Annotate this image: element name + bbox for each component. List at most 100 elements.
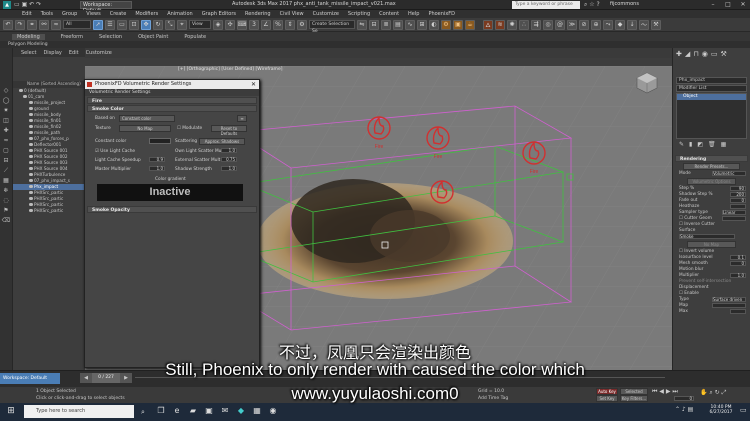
link-icon[interactable]: ⚭ <box>27 19 37 30</box>
filter-geometry-icon[interactable]: ◇ <box>0 86 12 96</box>
hierarchy-tab-icon[interactable]: ⊓ <box>693 50 698 58</box>
own-light-value[interactable]: 1.0 <box>221 148 237 153</box>
taskbar-search-input[interactable]: Type here to search <box>24 405 134 418</box>
system-tray-icons[interactable]: ⌃ ♪ ▤ <box>675 406 693 413</box>
menu-item[interactable]: Civil View <box>280 11 304 17</box>
schematic-view-icon[interactable]: ⊞ <box>417 19 427 30</box>
menu-item[interactable]: Animation <box>167 11 193 17</box>
taskbar-clock[interactable]: 10:40 PM 6/27/2017 <box>706 405 736 415</box>
toggle-ribbon-icon[interactable]: ▤ <box>393 19 403 30</box>
phoenix-liquid-icon[interactable]: ≋ <box>495 19 505 30</box>
scene-explorer-tab[interactable]: Display <box>43 50 61 56</box>
modify-tab-icon[interactable]: ◢ <box>685 50 690 58</box>
scene-tree-item[interactable]: PHXSrc_partic <box>13 208 85 214</box>
visibility-eye-icon[interactable] <box>29 101 33 104</box>
viewport-label[interactable]: [+] [Orthographic] [User Defined] [Wiref… <box>178 67 282 72</box>
visibility-eye-icon[interactable] <box>29 167 33 170</box>
use-light-cache-checkbox[interactable]: ☑ Use Light Cache <box>95 149 135 154</box>
pivot-center-icon[interactable]: ◈ <box>213 19 223 30</box>
mail-icon[interactable]: ✉ <box>220 405 230 417</box>
minimize-icon[interactable]: – <box>706 0 720 10</box>
phoenix-source-icon[interactable]: ✺ <box>507 19 517 30</box>
curve-editor-icon[interactable]: ∿ <box>405 19 415 30</box>
phoenix-ocean-icon[interactable]: 〜 <box>639 19 649 30</box>
select-object-icon[interactable]: ➚ <box>93 19 103 30</box>
visibility-eye-icon[interactable] <box>29 173 33 176</box>
search-tools-icons[interactable]: ⌕ ☆ ? <box>584 1 600 9</box>
media-taskbar-icon[interactable]: ◉ <box>268 405 278 417</box>
search-icon[interactable]: ⌕ <box>138 406 148 418</box>
select-by-name-icon[interactable]: ☰ <box>105 19 115 30</box>
bind-space-warp-icon[interactable]: ≈ <box>51 19 61 30</box>
configure-sets-icon[interactable]: ▦ <box>721 141 727 148</box>
polygon-modeling-panel[interactable]: Polygon Modeling <box>0 41 750 48</box>
filter-groups-icon[interactable]: ▢ <box>0 146 12 156</box>
render-icon[interactable]: ☕ <box>465 19 475 30</box>
viewcube[interactable] <box>634 70 660 96</box>
ribbon-tab[interactable]: Modeling <box>12 33 45 40</box>
mirror-icon[interactable]: ⇋ <box>357 19 367 30</box>
ribbon-tab[interactable]: Selection <box>99 34 122 40</box>
edit-named-selection-icon[interactable]: ⚙ <box>297 19 307 30</box>
spinner-snap-icon[interactable]: ⇕ <box>285 19 295 30</box>
shadow-strength-value[interactable]: 1.0 <box>221 166 237 171</box>
visibility-eye-icon[interactable] <box>29 209 33 212</box>
undo-icon[interactable]: ↶ <box>3 19 13 30</box>
scene-explorer-tab[interactable]: Customize <box>86 50 112 56</box>
color-options-button[interactable]: ≡ <box>237 115 247 122</box>
menu-item[interactable]: Views <box>86 11 100 17</box>
phoenix-attractor-icon[interactable]: ⊕ <box>591 19 601 30</box>
dialog-title-bar[interactable]: PhoenixFD Volumetric Render Settings ✕ <box>85 80 259 89</box>
task-view-icon[interactable]: ❐ <box>156 405 166 417</box>
visibility-eye-icon[interactable] <box>29 137 33 140</box>
visibility-eye-icon[interactable] <box>29 113 33 116</box>
reference-coord-dropdown[interactable]: View <box>189 20 211 29</box>
texture-map-button[interactable]: No Map <box>119 125 171 132</box>
visibility-eye-icon[interactable] <box>29 179 33 182</box>
display-tab-icon[interactable]: ▭ <box>711 50 718 58</box>
menu-item[interactable]: Tools <box>41 11 53 17</box>
sampler-dropdown[interactable]: Linear <box>722 210 746 215</box>
motion-tab-icon[interactable]: ◉ <box>702 50 708 58</box>
visibility-eye-icon[interactable] <box>29 161 33 164</box>
smoke-opacity-rollup[interactable]: Smoke Opacity <box>87 206 257 213</box>
edge-browser-icon[interactable]: e <box>172 405 182 417</box>
photoshop-taskbar-icon[interactable]: ▦ <box>252 405 262 417</box>
workspace-dropdown[interactable]: Workspace: Default <box>80 1 132 14</box>
remove-modifier-icon[interactable]: 🗑 <box>708 141 716 148</box>
notification-icon[interactable]: ▭ <box>740 406 747 414</box>
ribbon-tab[interactable]: Object Paint <box>138 34 168 40</box>
utilities-tab-icon[interactable]: ⚒ <box>720 50 726 58</box>
keyword-search-input[interactable]: Type a keyword or phrase <box>512 1 580 9</box>
constant-color-swatch[interactable] <box>149 138 171 144</box>
render-setup-icon[interactable]: ⚙ <box>441 19 451 30</box>
menu-item[interactable]: PhoenixFD <box>428 11 455 17</box>
user-account[interactable]: fijcommons <box>610 1 639 7</box>
reset-defaults-button[interactable]: Reset to Defaults <box>211 125 247 136</box>
create-tab-icon[interactable]: ✚ <box>676 50 682 58</box>
scattering-dropdown[interactable]: Approx. Shadows <box>199 138 245 145</box>
phoenix-particle-icon[interactable]: ∴ <box>519 19 529 30</box>
visibility-eye-icon[interactable] <box>29 203 33 206</box>
maximize-icon[interactable]: □ <box>721 0 735 10</box>
light-cache-speedup-value[interactable]: 0.9 <box>149 157 165 162</box>
keyboard-shortcut-icon[interactable]: ⌨ <box>237 19 247 30</box>
filter-containers-icon[interactable]: ▦ <box>0 176 12 186</box>
modulate-checkbox[interactable]: ☐ Modulate <box>177 126 202 131</box>
surface-channel-dropdown[interactable]: Smoke <box>679 234 735 239</box>
window-crossing-icon[interactable]: ⊡ <box>129 19 139 30</box>
menu-item[interactable]: Create <box>110 11 127 17</box>
filter-all-icon[interactable]: ⚑ <box>0 206 12 216</box>
close-icon[interactable]: ✕ <box>736 0 750 10</box>
color-gradient-inactive[interactable]: Inactive <box>97 184 243 201</box>
visibility-eye-icon[interactable] <box>19 89 23 92</box>
menu-item[interactable]: Graph Editors <box>202 11 236 17</box>
filter-lights-icon[interactable]: ✷ <box>0 106 12 116</box>
unlink-icon[interactable]: ⚯ <box>39 19 49 30</box>
scene-explorer-tab[interactable]: Select <box>21 50 36 56</box>
filter-frozen-icon[interactable]: ❄ <box>0 186 12 196</box>
visibility-eye-icon[interactable] <box>29 197 33 200</box>
menu-item[interactable]: Customize <box>313 11 339 17</box>
surface-map-button[interactable]: No Map <box>687 241 736 248</box>
mode-dropdown[interactable]: Volumetric <box>712 171 746 176</box>
